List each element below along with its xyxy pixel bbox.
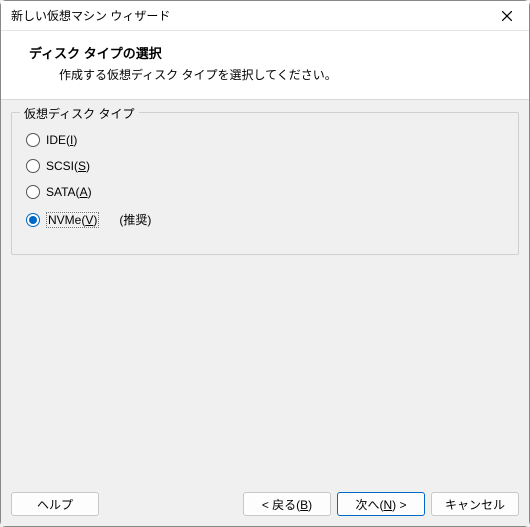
radio-option-scsi[interactable]: SCSI(S) — [22, 153, 508, 179]
close-icon — [502, 11, 512, 21]
button-bar: ヘルプ < 戻る(B) 次へ(N) > キャンセル — [1, 484, 529, 526]
radio-option-nvme[interactable]: NVMe(V) (推奨) — [22, 205, 508, 234]
recommended-label: (推奨) — [119, 211, 151, 228]
radio-label: SATA(A) — [46, 185, 92, 199]
radio-option-ide[interactable]: IDE(I) — [22, 127, 508, 153]
disk-type-group: 仮想ディスク タイプ IDE(I) SCSI(S) SATA(A) NVMe(V… — [11, 112, 519, 255]
content-area: 仮想ディスク タイプ IDE(I) SCSI(S) SATA(A) NVMe(V… — [1, 100, 529, 484]
cancel-button[interactable]: キャンセル — [431, 492, 519, 516]
titlebar: 新しい仮想マシン ウィザード — [1, 1, 529, 31]
radio-option-sata[interactable]: SATA(A) — [22, 179, 508, 205]
help-button[interactable]: ヘルプ — [11, 492, 99, 516]
back-button[interactable]: < 戻る(B) — [243, 492, 331, 516]
wizard-header: ディスク タイプの選択 作成する仮想ディスク タイプを選択してください。 — [1, 31, 529, 100]
page-title: ディスク タイプの選択 — [29, 43, 509, 62]
close-button[interactable] — [493, 4, 521, 28]
radio-label: IDE(I) — [46, 133, 77, 147]
radio-label: NVMe(V) — [46, 212, 99, 228]
next-button[interactable]: 次へ(N) > — [337, 492, 425, 516]
radio-icon — [26, 213, 40, 227]
radio-icon — [26, 159, 40, 173]
page-subtitle: 作成する仮想ディスク タイプを選択してください。 — [29, 66, 509, 83]
group-legend: 仮想ディスク タイプ — [20, 105, 139, 122]
radio-label: SCSI(S) — [46, 159, 90, 173]
window-title: 新しい仮想マシン ウィザード — [11, 7, 170, 24]
radio-icon — [26, 185, 40, 199]
radio-icon — [26, 133, 40, 147]
